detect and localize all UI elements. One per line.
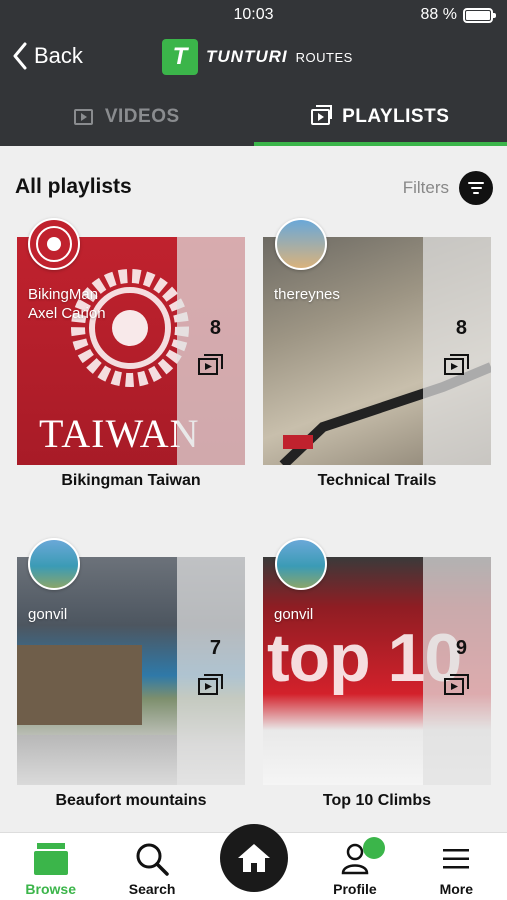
page-title: All playlists bbox=[15, 175, 132, 198]
playlist-title: Beaufort mountains bbox=[55, 792, 207, 809]
brand-suffix: ROUTES bbox=[295, 49, 353, 65]
filter-icon bbox=[459, 171, 493, 205]
nav-profile[interactable]: Profile bbox=[304, 833, 405, 900]
brand-name: TUNTURI bbox=[206, 47, 288, 66]
back-button[interactable]: Back bbox=[12, 42, 83, 70]
browse-icon bbox=[33, 841, 68, 877]
status-bar: 10:03 88 % bbox=[0, 0, 507, 32]
tab-playlists-label: PLAYLISTS bbox=[342, 106, 450, 127]
video-count: 9 bbox=[455, 637, 467, 659]
nav-more-label: More bbox=[439, 881, 474, 897]
nav-profile-label: Profile bbox=[333, 881, 377, 897]
battery-percent: 88 % bbox=[420, 6, 457, 23]
playlist-card[interactable]: top 10 gonvil 9 bbox=[263, 557, 491, 785]
nav-more[interactable]: More bbox=[406, 833, 507, 900]
search-icon bbox=[135, 841, 169, 877]
nav-search[interactable]: Search bbox=[101, 833, 202, 900]
playlist-card[interactable]: TAIWAN BikingMan Axel Carion 8 bbox=[17, 237, 245, 465]
app-header: Back T TUNTURI ROUTES bbox=[0, 32, 507, 88]
avatar bbox=[28, 538, 80, 590]
playlist-icon bbox=[311, 105, 333, 125]
play-icon bbox=[73, 109, 93, 125]
brand-logo: T TUNTURI ROUTES bbox=[162, 39, 353, 75]
video-count: 8 bbox=[455, 317, 467, 339]
battery-icon bbox=[463, 7, 496, 23]
chainring-graphic bbox=[71, 269, 189, 387]
avatar bbox=[275, 538, 327, 590]
nav-browse-label: Browse bbox=[25, 881, 76, 897]
tab-videos-label: VIDEOS bbox=[104, 106, 180, 127]
chapel-graphic bbox=[17, 645, 142, 725]
playlist-title: Top 10 Climbs bbox=[322, 792, 432, 809]
content-tabs: VIDEOS PLAYLISTS bbox=[0, 88, 507, 146]
playlist-icon bbox=[198, 674, 223, 695]
home-icon bbox=[238, 844, 270, 872]
card-side-panel bbox=[177, 557, 245, 785]
menu-icon bbox=[443, 841, 470, 877]
nav-browse[interactable]: Browse bbox=[0, 833, 101, 900]
playlist-author: thereynes bbox=[274, 286, 340, 303]
playlist-icon bbox=[444, 674, 469, 695]
nav-search-label: Search bbox=[128, 881, 176, 897]
cover-title: TAIWAN bbox=[39, 411, 200, 456]
playlist-icon bbox=[444, 354, 469, 375]
avatar bbox=[275, 218, 327, 270]
road-graphic bbox=[17, 735, 177, 785]
battery-indicator: 88 % bbox=[420, 6, 496, 24]
tab-videos[interactable]: VIDEOS bbox=[0, 88, 254, 146]
filters-label: Filters bbox=[402, 178, 449, 197]
back-label: Back bbox=[34, 43, 83, 68]
playlist-author: gonvil bbox=[274, 606, 314, 623]
playlist-title: Technical Trails bbox=[317, 472, 437, 489]
video-count: 8 bbox=[209, 317, 221, 339]
notification-badge bbox=[363, 837, 386, 859]
card-side-panel bbox=[177, 237, 245, 465]
playlist-title: Bikingman Taiwan bbox=[61, 472, 201, 489]
playlist-author: BikingMan Axel Carion bbox=[28, 286, 106, 322]
tunturi-logo-icon: T bbox=[162, 39, 198, 75]
chevron-left-icon bbox=[13, 42, 27, 70]
playlist-author: gonvil bbox=[28, 606, 68, 623]
playlist-card[interactable]: thereynes 8 bbox=[263, 237, 491, 465]
playlist-icon bbox=[198, 354, 223, 375]
video-count: 7 bbox=[209, 637, 221, 659]
filters-button[interactable]: Filters bbox=[403, 171, 493, 205]
home-button[interactable] bbox=[220, 824, 288, 892]
avatar bbox=[28, 218, 80, 270]
playlist-card[interactable]: gonvil 7 bbox=[17, 557, 245, 785]
tab-playlists[interactable]: PLAYLISTS bbox=[253, 88, 507, 146]
card-side-panel bbox=[423, 557, 491, 785]
card-side-panel bbox=[423, 237, 491, 465]
